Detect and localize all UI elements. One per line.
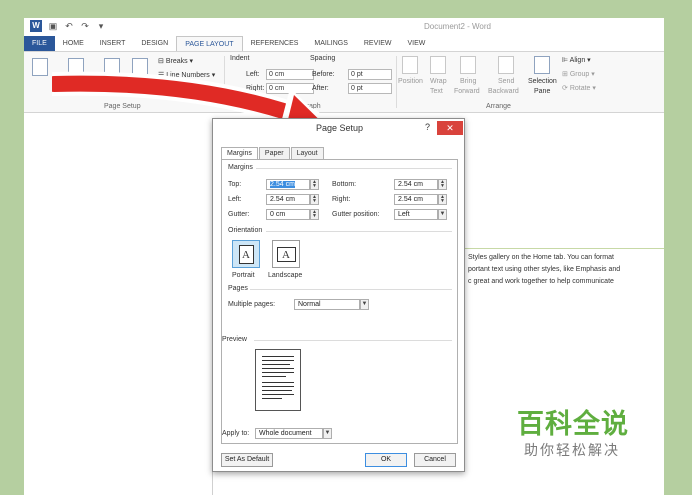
portrait-label[interactable]: Portrait [232,272,255,279]
right-label: Right: [332,196,351,203]
heading-rule [465,248,664,249]
watermark-slogan: 助你轻松解决 [524,443,620,459]
top-margin-spinner[interactable]: ▲ ▼ [310,179,319,190]
section-divider [266,231,452,232]
landscape-option[interactable]: A [272,240,300,268]
dialog-tabs: Margins Paper Layout [221,147,325,159]
preview-page-thumbnail [255,349,301,411]
tab-home[interactable]: HOME [55,36,92,52]
wrap-text-icon[interactable] [430,56,446,74]
gutter-label: Gutter: [228,211,250,218]
multiple-pages-label: Multiple pages: [228,301,276,308]
landscape-icon: A [276,246,296,262]
document-text-line: c great and work together to help commun… [468,278,614,285]
tab-layout[interactable]: Layout [290,147,324,159]
cancel-button[interactable]: Cancel [414,453,456,467]
gutter-input[interactable]: 0 cm [266,209,310,220]
group-button[interactable]: ⊞ Group ▾ [562,70,595,78]
undo-icon[interactable]: ↶ [64,21,74,31]
tab-file[interactable]: FILE [24,36,55,52]
selection-pane-button-line2: Pane [534,88,551,95]
left-label: Left: [228,196,242,203]
position-icon[interactable] [402,56,418,74]
multiple-pages-select[interactable]: Normal [294,299,360,310]
chevron-down-icon[interactable]: ▼ [323,428,332,439]
align-button[interactable]: ⊫ Align ▾ [562,56,591,64]
quick-access-toolbar: W ▣ ↶ ↷ ▾ [30,20,106,32]
spacing-before-input[interactable]: 0 pt [348,69,392,80]
watermark-brand: 百科全说 [517,409,629,440]
right-margin-spinner[interactable]: ▲ ▼ [438,194,447,205]
title-bar: W ▣ ↶ ↷ ▾ Document2 - Word [24,18,664,36]
gutter-position-select[interactable]: Left [394,209,438,220]
document-text-line: Styles gallery on the Home tab. You can … [468,254,614,261]
tab-design[interactable]: DESIGN [133,36,176,52]
wrap-text-button[interactable]: Wrap [430,78,447,85]
ok-button[interactable]: OK [365,453,407,467]
margins-section-label: Margins [228,164,253,171]
selection-pane-button[interactable]: Selection [528,78,557,85]
redo-icon[interactable]: ↷ [80,21,90,31]
tab-insert[interactable]: INSERT [92,36,134,52]
ribbon-tabs: FILE HOME INSERT DESIGN PAGE LAYOUT REFE… [24,36,664,52]
indent-label: Indent [230,55,250,62]
save-icon[interactable]: ▣ [48,21,58,31]
selection-pane-icon[interactable] [534,56,550,74]
landscape-label[interactable]: Landscape [268,272,302,279]
spacing-label: Spacing [310,55,336,62]
bottom-margin-input[interactable]: 2.54 cm [394,179,438,190]
send-backward-button-line2: Backward [488,88,519,95]
tab-paper[interactable]: Paper [258,147,290,159]
spacing-after-input[interactable]: 0 pt [348,83,392,94]
left-margin-spinner[interactable]: ▲ ▼ [310,194,319,205]
tab-review[interactable]: REVIEW [356,36,400,52]
tab-view[interactable]: VIEW [399,36,433,52]
section-divider [254,340,452,341]
tab-mailings[interactable]: MAILINGS [306,36,355,52]
document-text-line: portant text using other styles, like Em… [468,266,621,273]
right-margin-input[interactable]: 2.54 cm [394,194,438,205]
left-margin-input[interactable]: 2.54 cm [266,194,310,205]
apply-to-select[interactable]: Whole document [255,428,323,439]
top-label: Top: [228,181,242,188]
tab-margins[interactable]: Margins [221,147,258,159]
bring-forward-button-line2: Forward [454,88,480,95]
send-backward-icon[interactable] [498,56,514,74]
section-divider [256,168,452,169]
pages-section-label: Pages [228,285,248,292]
orientation-section-label: Orientation [228,227,263,234]
rotate-button[interactable]: ⟳ Rotate ▾ [562,84,596,92]
bottom-margin-spinner[interactable]: ▲ ▼ [438,179,447,190]
wrap-text-button-line2: Text [430,88,443,95]
set-as-default-button[interactable]: Set As Default [221,453,273,467]
bring-forward-icon[interactable] [460,56,476,74]
help-icon[interactable]: ? [425,122,430,132]
bottom-label: Bottom: [332,181,357,188]
portrait-option[interactable]: A [232,240,260,268]
tab-page-layout[interactable]: PAGE LAYOUT [176,36,243,52]
gutter-spinner[interactable]: ▲ ▼ [310,209,319,220]
top-margin-input[interactable]: 2.54 cm [266,179,310,190]
arrange-group-label: Arrange [486,103,511,110]
chevron-down-icon[interactable]: ▼ [360,299,369,310]
apply-to-label: Apply to: [222,430,250,437]
portrait-icon: A [238,244,254,264]
page-setup-dialog: Page Setup ? ✕ Margins Paper Layout Marg… [212,118,465,472]
section-divider [250,289,452,290]
customize-icon[interactable]: ▾ [96,21,106,31]
word-logo-icon: W [30,20,42,32]
close-icon[interactable]: ✕ [437,121,463,135]
send-backward-button[interactable]: Send [498,78,514,85]
tab-references[interactable]: REFERENCES [243,36,307,52]
group-divider [396,56,397,108]
bring-forward-button[interactable]: Bring [460,78,476,85]
margins-icon[interactable] [32,58,48,76]
window-title: Document2 - Word [424,22,491,31]
chevron-down-icon[interactable]: ▼ [438,209,447,220]
preview-section-label: Preview [222,336,247,343]
gutter-position-label: Gutter position: [332,211,380,218]
position-button[interactable]: Position [398,78,423,85]
